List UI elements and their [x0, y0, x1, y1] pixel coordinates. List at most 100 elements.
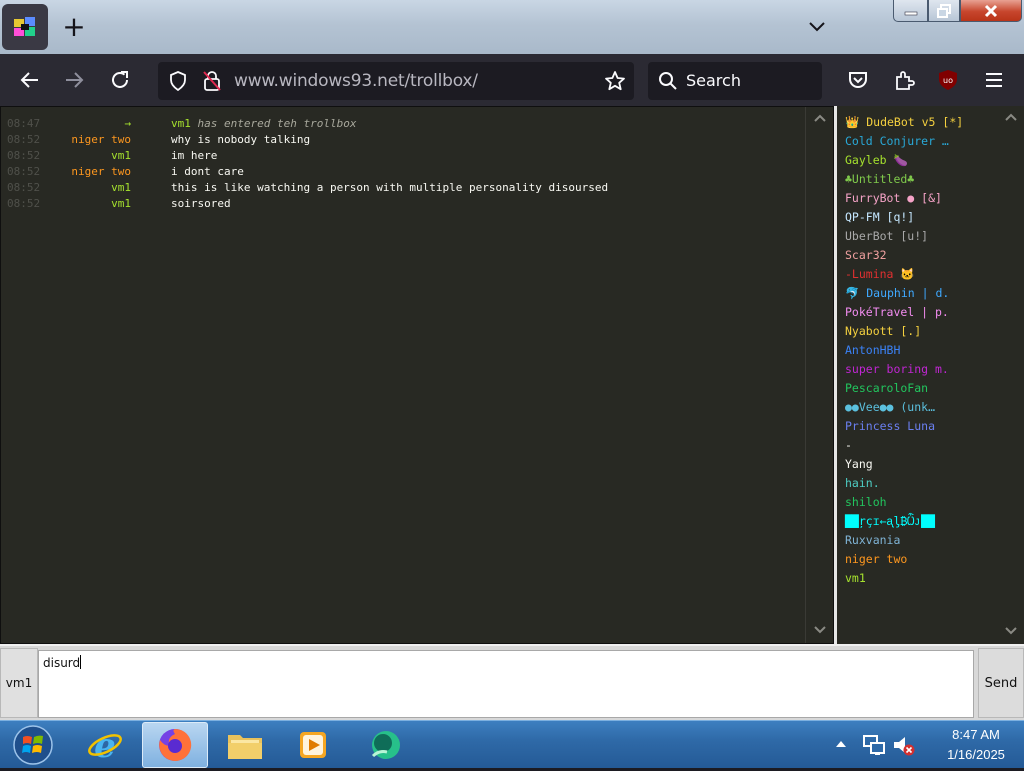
user-list-item[interactable]: hain.: [845, 476, 880, 495]
user-list-item[interactable]: Princess Luna: [845, 419, 935, 438]
app-taskbar-button[interactable]: [352, 722, 418, 768]
message-nickname[interactable]: niger two: [71, 133, 131, 146]
window-minimize-button[interactable]: [893, 0, 928, 22]
taskbar-clock[interactable]: 8:47 AM 1/16/2025: [930, 725, 1022, 765]
reload-button[interactable]: [104, 64, 136, 96]
user-list-item[interactable]: Cold Conjurer …: [845, 134, 949, 153]
list-all-tabs-button[interactable]: [802, 12, 832, 42]
system-message-user: vm1: [171, 117, 191, 130]
scroll-up-arrow-icon[interactable]: [813, 113, 827, 123]
search-placeholder: Search: [686, 71, 741, 90]
user-list-item[interactable]: 🐬 Dauphin | d.: [845, 286, 949, 305]
user-list-item[interactable]: PokéTravel | p.: [845, 305, 949, 324]
tab-strip: +: [0, 0, 1024, 54]
message-text: im here: [171, 149, 217, 162]
window-restore-button[interactable]: [928, 0, 960, 22]
pocket-icon: [849, 72, 867, 88]
chat-log[interactable]: 08:47 → vm1 has entered teh trollbox 08:52 n…: [0, 106, 834, 644]
user-list-item[interactable]: vm1: [845, 571, 866, 590]
active-tab[interactable]: [2, 4, 48, 50]
insecure-lock-icon[interactable]: [202, 70, 222, 92]
file-explorer-taskbar-button[interactable]: [212, 722, 278, 768]
bookmark-star-icon[interactable]: [604, 70, 626, 92]
system-tray: 8:47 AM 1/16/2025: [830, 721, 1024, 769]
system-message-text: has entered teh trollbox: [190, 117, 357, 130]
scroll-down-arrow-icon[interactable]: [813, 625, 827, 635]
message-body: im here: [171, 149, 218, 162]
user-list-item[interactable]: ●●Vee●● (unk…: [845, 400, 935, 419]
app-menu-button[interactable]: [978, 64, 1010, 96]
window-close-button[interactable]: [960, 0, 1022, 22]
forward-button[interactable]: [58, 64, 90, 96]
address-bar[interactable]: www.windows93.net/trollbox/: [158, 62, 634, 100]
message-nickname[interactable]: vm1: [111, 181, 131, 194]
message-input[interactable]: disurd: [38, 650, 974, 718]
internet-explorer-taskbar-button[interactable]: e: [72, 722, 138, 768]
user-list-item[interactable]: super boring m.: [845, 362, 949, 381]
message-text: soirsored: [171, 197, 231, 210]
message-nickname[interactable]: vm1: [111, 149, 131, 162]
ublock-origin-icon: uo: [939, 70, 957, 90]
user-list-item[interactable]: Yang: [845, 457, 873, 476]
user-list-item[interactable]: QP-FM [q!]: [845, 210, 914, 229]
media-player-icon: [300, 732, 326, 758]
hamburger-menu-icon: [986, 73, 1002, 87]
url-text[interactable]: www.windows93.net/trollbox/: [234, 71, 478, 91]
chat-message: 08:52 niger two i dont care: [1, 165, 807, 181]
nickname-button[interactable]: vm1: [0, 648, 38, 718]
user-list-item[interactable]: Ruxvania: [845, 533, 900, 552]
user-list-item[interactable]: PescaroloFan: [845, 381, 928, 400]
navigation-toolbar: www.windows93.net/trollbox/ Search uo: [0, 54, 1024, 106]
extensions-button[interactable]: [888, 64, 920, 96]
message-text: vm1 has entered teh trollbox: [171, 117, 356, 130]
scroll-up-arrow-icon[interactable]: [1004, 112, 1018, 122]
online-users-list[interactable]: 👑 DudeBot v5 [*] Cold Conjurer … Gayleb 🍆 ♣…: [834, 106, 1024, 644]
users-scrollbar[interactable]: [998, 106, 1024, 644]
firefox-taskbar-button[interactable]: [142, 722, 208, 768]
user-list-item[interactable]: shiloh: [845, 495, 887, 514]
green-app-icon: [371, 731, 400, 759]
user-list-item[interactable]: -Lumina 🐱: [845, 267, 915, 286]
media-player-taskbar-button[interactable]: [280, 722, 346, 768]
search-box[interactable]: Search: [648, 62, 822, 100]
user-list-item[interactable]: niger two: [845, 552, 907, 571]
clock-date: 1/16/2025: [947, 747, 1005, 762]
message-composer: vm1 disurd Send: [0, 644, 1024, 720]
message-input-value: disurd: [43, 656, 81, 670]
user-list-item[interactable]: ♣Untitled♣: [845, 172, 914, 191]
ublock-origin-button[interactable]: uo: [932, 64, 964, 96]
message-timestamp: 08:52: [7, 165, 41, 178]
pocket-button[interactable]: [842, 64, 874, 96]
user-list-item[interactable]: Scar32: [845, 248, 887, 267]
message-nickname[interactable]: niger two: [71, 165, 131, 178]
start-button[interactable]: [8, 723, 58, 767]
user-list-item[interactable]: ██ŗçɪ←ᶏᶅ₿Ѽᴊ██: [845, 514, 935, 533]
arrow-right-icon: [66, 72, 84, 88]
user-list-item[interactable]: AntonHBH: [845, 343, 900, 362]
shield-icon[interactable]: [168, 71, 188, 91]
scroll-down-arrow-icon[interactable]: [1004, 626, 1018, 636]
show-hidden-icons-icon[interactable]: [834, 738, 848, 750]
message-timestamp: 08:52: [7, 197, 41, 210]
message-body: why is nobody talking: [171, 133, 311, 146]
chat-scrollbar[interactable]: [805, 107, 833, 643]
message-nickname[interactable]: vm1: [111, 197, 131, 210]
url-host: www.windows93.net: [234, 71, 405, 91]
user-list-item[interactable]: UberBot [u!]: [845, 229, 928, 248]
message-body: i dont care: [171, 165, 244, 178]
message-timestamp: 08:52: [7, 149, 41, 162]
restore-icon: [929, 0, 959, 21]
network-icon[interactable]: [862, 733, 886, 757]
message-nickname[interactable]: →: [124, 117, 131, 130]
message-text: i dont care: [171, 165, 244, 178]
back-button[interactable]: [14, 64, 46, 96]
send-button[interactable]: Send: [978, 648, 1024, 718]
user-list-item[interactable]: Gayleb 🍆: [845, 153, 908, 172]
user-list-item[interactable]: -: [845, 438, 852, 457]
volume-muted-icon[interactable]: [892, 733, 916, 757]
user-list-item[interactable]: 👑 DudeBot v5 [*]: [845, 115, 963, 134]
chat-message: 08:52 niger two why is nobody talking: [1, 133, 807, 149]
user-list-item[interactable]: FurryBot ● [&]: [845, 191, 942, 210]
new-tab-button[interactable]: +: [58, 12, 90, 44]
user-list-item[interactable]: Nyabott [.]: [845, 324, 921, 343]
